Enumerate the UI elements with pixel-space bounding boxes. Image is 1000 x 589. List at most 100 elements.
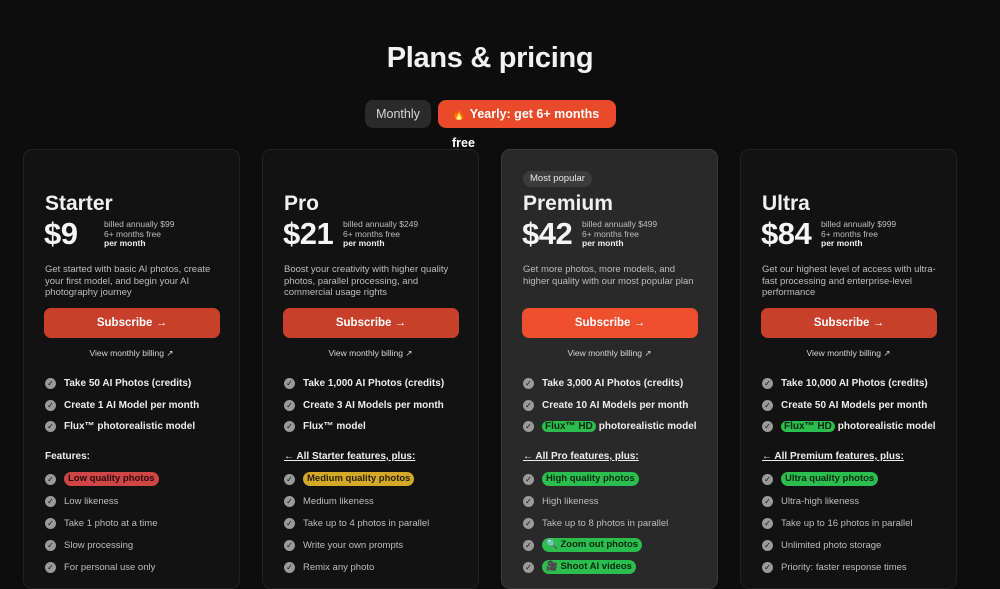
features-list: ✓ Medium quality photos ✓ Medium likeness ✓ T… xyxy=(284,468,474,578)
monthly-toggle-button[interactable]: Monthly xyxy=(365,100,431,128)
feature-item: ✓ 🎥 Shoot AI videos xyxy=(523,556,713,578)
plan-name: Starter xyxy=(45,192,113,215)
included-item: ✓ Flux™ photorealistic model xyxy=(45,416,235,438)
feature-highlight-pill: 🔍 Zoom out photos xyxy=(542,538,643,552)
check-icon: ✓ xyxy=(45,517,56,529)
feature-item: ✓ Take 1 photo at a time xyxy=(45,512,235,534)
features-list: ✓ Ultra quality photos ✓ Ultra-high likenes… xyxy=(762,468,952,578)
billing-info: billed annually $499 6+ months free per mo… xyxy=(582,219,657,249)
plan-name: Pro xyxy=(284,192,320,215)
view-monthly-billing-link[interactable]: View monthly billing ↗ xyxy=(24,348,239,359)
feature-label: Write your own prompts xyxy=(303,539,404,551)
check-icon: ✓ xyxy=(284,495,295,507)
features-heading[interactable]: ← All Starter features, plus: xyxy=(284,451,415,462)
features-list: ✓ High quality photos ✓ High likeness ✓ Take … xyxy=(523,468,713,578)
feature-label: Take up to 4 photos in parallel xyxy=(303,517,430,529)
plan-description: Get more photos, more models, and higher… xyxy=(523,264,694,287)
included-item: ✓ Flux™ HD photorealistic model xyxy=(523,416,713,438)
included-item: ✓ Flux™ model xyxy=(284,416,474,438)
feature-label: Unlimited photo storage xyxy=(781,539,882,551)
included-item-label: Create 10 AI Models per month xyxy=(542,399,689,411)
check-icon: ✓ xyxy=(523,495,534,507)
feature-highlight-pill: 🎥 Shoot AI videos xyxy=(542,560,636,574)
yearly-toggle-label: Yearly: get 6+ months free xyxy=(452,107,600,150)
included-item-label: Take 10,000 AI Photos (credits) xyxy=(781,378,928,390)
included-item: ✓ Take 50 AI Photos (credits) xyxy=(45,373,235,395)
check-icon: ✓ xyxy=(523,517,534,529)
subscribe-button[interactable]: Subscribe → xyxy=(44,308,220,338)
check-icon: ✓ xyxy=(762,561,773,573)
included-item-label: Flux™ model xyxy=(303,421,366,433)
included-item: ✓ Create 1 AI Model per month xyxy=(45,395,235,417)
check-icon: ✓ xyxy=(762,473,773,485)
feature-item: ✓ Slow processing xyxy=(45,534,235,556)
plan-description: Boost your creativity with higher qualit… xyxy=(284,264,449,298)
check-icon: ✓ xyxy=(762,539,773,551)
check-icon: ✓ xyxy=(762,399,773,411)
plan-card-starter: Starter $9 billed annually $99 6+ months fr… xyxy=(23,149,240,589)
feature-item: ✓ Low quality photos xyxy=(45,468,235,490)
subscribe-button[interactable]: Subscribe → xyxy=(761,308,937,338)
check-icon: ✓ xyxy=(762,495,773,507)
included-item: ✓ Create 50 AI Models per month xyxy=(762,395,952,417)
feature-item: ✓ Medium likeness xyxy=(284,490,474,512)
plan-included-list: ✓ Take 1,000 AI Photos (credits) ✓ Create 3… xyxy=(284,373,474,438)
check-icon: ✓ xyxy=(762,421,773,433)
plan-price: $9 xyxy=(44,216,78,251)
included-item: ✓ Create 10 AI Models per month xyxy=(523,395,713,417)
view-monthly-billing-link[interactable]: View monthly billing ↗ xyxy=(741,348,956,359)
features-list: ✓ Low quality photos ✓ Low likeness ✓ Take 1 … xyxy=(45,468,235,578)
plan-card-premium: Most popular Premium $42 billed annually $4… xyxy=(501,149,718,589)
included-item-label: Create 3 AI Models per month xyxy=(303,399,444,411)
check-icon: ✓ xyxy=(45,399,56,411)
feature-item: ✓ Remix any photo xyxy=(284,556,474,578)
plan-included-list: ✓ Take 10,000 AI Photos (credits) ✓ Create … xyxy=(762,373,952,438)
feature-highlight-pill: Medium quality photos xyxy=(303,472,415,486)
plan-price: $21 xyxy=(283,216,334,251)
yearly-toggle-button[interactable]: 🔥 Yearly: get 6+ months free xyxy=(438,100,616,150)
view-monthly-billing-link[interactable]: View monthly billing ↗ xyxy=(263,348,478,359)
subscribe-button[interactable]: Subscribe → xyxy=(522,308,698,338)
check-icon: ✓ xyxy=(523,539,534,551)
feature-item: ✓ For personal use only xyxy=(45,556,235,578)
feature-item: ✓ Take up to 16 photos in parallel xyxy=(762,512,952,534)
feature-item: ✓ 🔍 Zoom out photos xyxy=(523,534,713,556)
plan-name: Ultra xyxy=(762,192,810,215)
feature-item: ✓ Ultra-high likeness xyxy=(762,490,952,512)
included-item: ✓ Take 3,000 AI Photos (credits) xyxy=(523,373,713,395)
check-icon: ✓ xyxy=(523,399,534,411)
check-icon: ✓ xyxy=(284,473,295,485)
billing-info: billed annually $999 6+ months free per mo… xyxy=(821,219,896,249)
view-monthly-billing-link[interactable]: View monthly billing ↗ xyxy=(502,348,717,359)
check-icon: ✓ xyxy=(523,421,534,433)
features-heading: Features: xyxy=(45,451,91,462)
included-item-label: Create 50 AI Models per month xyxy=(781,399,928,411)
feature-label: Ultra-high likeness xyxy=(781,495,860,507)
model-tag: Flux™ HD xyxy=(542,421,596,433)
included-item-label: photorealistic model xyxy=(598,421,697,433)
check-icon: ✓ xyxy=(523,473,534,485)
subscribe-button[interactable]: Subscribe → xyxy=(283,308,459,338)
feature-label: Priority: faster response times xyxy=(781,561,907,573)
plan-price: $42 xyxy=(522,216,573,251)
included-item: ✓ Take 10,000 AI Photos (credits) xyxy=(762,373,952,395)
feature-highlight-pill: High quality photos xyxy=(542,472,639,486)
feature-label: Remix any photo xyxy=(303,561,375,573)
check-icon: ✓ xyxy=(45,539,56,551)
feature-label: High likeness xyxy=(542,495,599,507)
features-heading[interactable]: ← All Pro features, plus: xyxy=(523,451,639,462)
plan-description: Get started with basic AI photos, create… xyxy=(45,264,211,298)
feature-highlight-pill: Low quality photos xyxy=(64,472,159,486)
plan-price: $84 xyxy=(761,216,812,251)
check-icon: ✓ xyxy=(45,378,56,390)
most-popular-badge: Most popular xyxy=(523,171,592,187)
fire-icon: 🔥 xyxy=(452,109,466,121)
feature-item: ✓ High quality photos xyxy=(523,468,713,490)
check-icon: ✓ xyxy=(762,378,773,390)
plan-included-list: ✓ Take 3,000 AI Photos (credits) ✓ Create 1… xyxy=(523,373,713,438)
check-icon: ✓ xyxy=(284,517,295,529)
features-heading[interactable]: ← All Premium features, plus: xyxy=(762,451,904,462)
included-item: ✓ Flux™ HD photorealistic model xyxy=(762,416,952,438)
check-icon: ✓ xyxy=(523,378,534,390)
feature-item: ✓ Priority: faster response times xyxy=(762,556,952,578)
